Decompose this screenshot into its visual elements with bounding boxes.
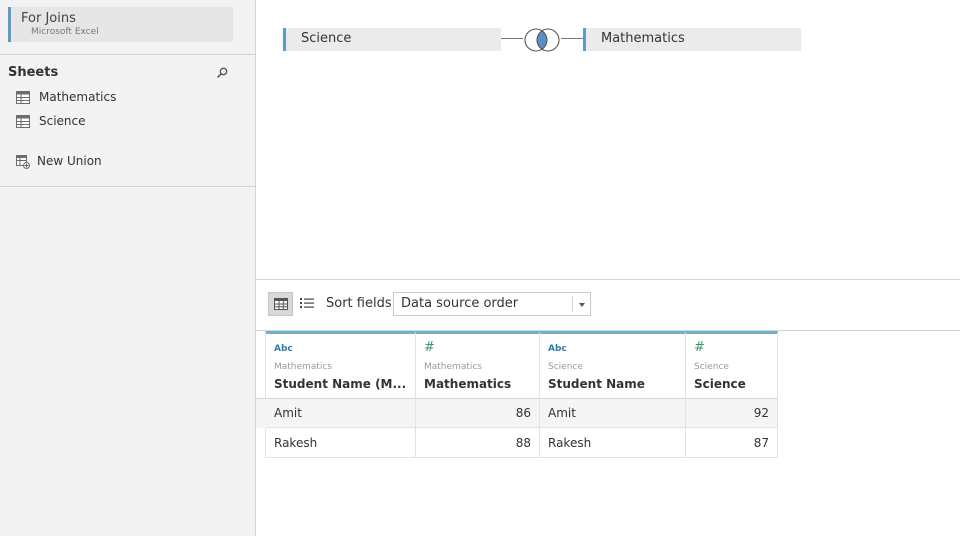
connection-type: Microsoft Excel [31, 27, 99, 37]
data-source-panel: For Joins Microsoft Excel Sheets Mathema… [0, 0, 256, 536]
column-name: Student Name (M... [274, 377, 407, 391]
cell-value: Amit [548, 406, 576, 420]
column-name: Science [694, 377, 746, 391]
column-name: Student Name [548, 377, 645, 391]
new-union-icon [16, 155, 30, 169]
cell-value: 92 [753, 406, 769, 420]
join-table-label: Mathematics [601, 31, 685, 46]
table-cell[interactable]: 92 [686, 398, 778, 428]
sort-fields-dropdown[interactable]: Data source order [393, 292, 591, 316]
table-cell[interactable]: Rakesh [540, 428, 686, 458]
new-union-item[interactable]: New Union [14, 152, 244, 172]
new-union-label: New Union [37, 154, 102, 168]
search-icon[interactable] [216, 67, 228, 79]
number-type-icon[interactable]: # [694, 340, 705, 355]
table-cell[interactable]: Amit [266, 398, 416, 428]
cell-value: 87 [753, 436, 769, 450]
column-header-mathematics[interactable]: # Mathematics Mathematics [416, 331, 540, 398]
join-table-label: Science [301, 31, 352, 46]
sort-fields-label: Sort fields [326, 296, 392, 311]
table-cell[interactable]: Amit [540, 398, 686, 428]
string-type-icon[interactable]: Abc [274, 344, 293, 354]
panel-divider [0, 54, 255, 55]
chevron-down-icon [579, 303, 585, 307]
join-table-mathematics[interactable]: Mathematics [583, 28, 801, 51]
sheets-heading: Sheets [8, 65, 59, 80]
connection-name: For Joins [21, 11, 76, 26]
column-header-science[interactable]: # Science Science [686, 331, 778, 398]
connection-item[interactable]: For Joins Microsoft Excel [8, 7, 233, 42]
sheet-item-label: Science [39, 114, 86, 128]
table-cell[interactable]: Rakesh [266, 428, 416, 458]
table-cell[interactable]: 88 [416, 428, 540, 458]
column-source: Science [694, 362, 729, 372]
dropdown-separator [572, 296, 573, 312]
sheet-item-science[interactable]: Science [14, 112, 244, 132]
sheet-table-icon [16, 115, 30, 128]
column-header-student-name-m[interactable]: Abc Mathematics Student Name (M... [266, 331, 416, 398]
column-header-student-name[interactable]: Abc Science Student Name [540, 331, 686, 398]
canvas-divider [256, 279, 960, 280]
sort-fields-value: Data source order [401, 296, 519, 311]
cell-value: 86 [515, 406, 531, 420]
panel-divider [0, 186, 255, 187]
column-source: Science [548, 362, 583, 372]
cell-value: 88 [515, 436, 531, 450]
table-cell[interactable]: 86 [416, 398, 540, 428]
cell-value: Amit [274, 406, 302, 420]
column-name: Mathematics [424, 377, 512, 391]
list-view-icon[interactable] [299, 296, 315, 312]
join-table-science[interactable]: Science [283, 28, 501, 51]
join-connector-line [501, 38, 523, 39]
grid-view-icon [274, 298, 288, 310]
sheet-item-mathematics[interactable]: Mathematics [14, 88, 244, 108]
sheet-item-label: Mathematics [39, 90, 117, 104]
cell-value: Rakesh [274, 436, 318, 450]
join-connector-line [561, 38, 583, 39]
number-type-icon[interactable]: # [424, 340, 435, 355]
inner-join-icon[interactable] [521, 27, 563, 53]
grid-view-button[interactable] [268, 292, 293, 316]
table-cell[interactable]: 87 [686, 428, 778, 458]
column-source: Mathematics [424, 362, 482, 372]
column-source: Mathematics [274, 362, 332, 372]
cell-value: Rakesh [548, 436, 592, 450]
string-type-icon[interactable]: Abc [548, 344, 567, 354]
sheet-table-icon [16, 91, 30, 104]
